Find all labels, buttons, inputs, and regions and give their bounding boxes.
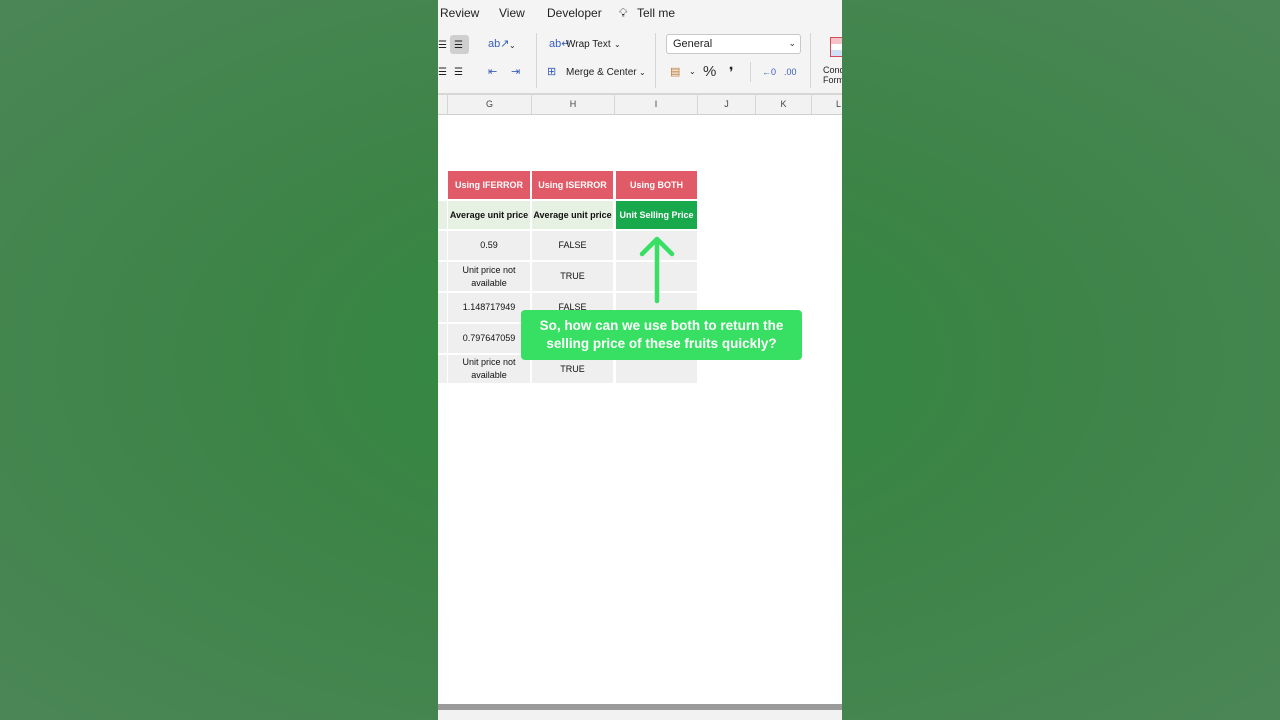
wrap-text-button[interactable]: Wrap Text bbox=[566, 39, 611, 51]
merge-center-icon: ⊞ bbox=[547, 66, 557, 78]
header-using-both[interactable]: Using BOTH bbox=[616, 171, 697, 199]
orientation-chevron-icon[interactable]: ⌄ bbox=[509, 40, 516, 52]
number-format-select[interactable]: General ⌄ bbox=[666, 34, 801, 54]
table-cell[interactable]: Unit price not available bbox=[448, 262, 530, 291]
align-left-icon[interactable]: ☰ bbox=[438, 40, 447, 52]
column-f-edge-cell[interactable] bbox=[438, 293, 447, 322]
number-format-value: General bbox=[673, 38, 713, 50]
increase-indent-icon[interactable]: ⇥ bbox=[511, 66, 520, 78]
subheader-unit-selling-price[interactable]: Unit Selling Price bbox=[616, 201, 697, 229]
orientation-icon[interactable]: ab↗ bbox=[488, 38, 509, 50]
column-f-edge-cell[interactable] bbox=[438, 262, 447, 291]
ribbon-separator bbox=[655, 33, 656, 88]
column-header-k[interactable]: K bbox=[756, 95, 812, 114]
menu-view[interactable]: View bbox=[499, 6, 525, 20]
decrease-decimal-icon[interactable]: .00 bbox=[784, 66, 797, 78]
annotation-callout: So, how can we use both to return the se… bbox=[521, 310, 802, 360]
table-cell[interactable]: Unit price not available bbox=[448, 355, 530, 383]
merge-center-button[interactable]: Merge & Center bbox=[566, 67, 637, 79]
number-format-chevron-icon: ⌄ bbox=[788, 38, 796, 48]
arrow-up-icon bbox=[639, 236, 675, 304]
ribbon-separator bbox=[810, 33, 811, 88]
conditional-formatting-label-2[interactable]: Form bbox=[823, 74, 842, 86]
merge-center-chevron-icon[interactable]: ⌄ bbox=[639, 67, 646, 79]
column-f-edge-cell[interactable] bbox=[438, 201, 447, 229]
wrap-text-chevron-icon[interactable]: ⌄ bbox=[614, 39, 621, 51]
column-f-edge-cell[interactable] bbox=[438, 231, 447, 260]
increase-decimal-icon[interactable]: ←0 bbox=[762, 66, 776, 78]
ribbon: Review View Developer 💡︎ Tell me ☰ ☰ ab↗… bbox=[438, 0, 842, 93]
ribbon-separator bbox=[536, 33, 537, 88]
conditional-formatting-icon[interactable] bbox=[830, 37, 842, 57]
column-headers: G H I J K L bbox=[438, 95, 842, 115]
header-using-iferror[interactable]: Using IFERROR bbox=[448, 171, 530, 199]
comma-style-button[interactable]: ❜ bbox=[729, 64, 734, 80]
align-center-icon[interactable]: ☰ bbox=[438, 67, 447, 79]
column-header-h[interactable]: H bbox=[532, 95, 615, 114]
sheet-tab-strip bbox=[438, 710, 842, 720]
menu-tell-me[interactable]: Tell me bbox=[637, 6, 675, 20]
subheader-average-unit-price-h[interactable]: Average unit price bbox=[532, 201, 613, 229]
table-cell[interactable]: 0.797647059 bbox=[448, 324, 530, 353]
align-middle-icon: ☰ bbox=[454, 40, 463, 51]
menu-developer[interactable]: Developer bbox=[547, 6, 602, 20]
accounting-format-icon[interactable]: ▤ bbox=[670, 66, 680, 78]
column-header-f[interactable] bbox=[438, 95, 448, 114]
header-using-iserror[interactable]: Using ISERROR bbox=[532, 171, 613, 199]
ribbon-separator bbox=[750, 62, 751, 82]
column-f-edge-cell[interactable] bbox=[438, 355, 447, 383]
subheader-average-unit-price-g[interactable]: Average unit price bbox=[448, 201, 530, 229]
accounting-chevron-icon[interactable]: ⌄ bbox=[689, 66, 696, 78]
table-cell[interactable]: 1.148717949 bbox=[448, 293, 530, 322]
column-header-g[interactable]: G bbox=[448, 95, 532, 114]
percent-style-button[interactable]: % bbox=[703, 64, 716, 80]
table-cell[interactable]: 0.59 bbox=[448, 231, 530, 260]
table-cell[interactable]: TRUE bbox=[532, 262, 613, 291]
menu-review[interactable]: Review bbox=[440, 6, 479, 20]
column-header-l[interactable]: L bbox=[812, 95, 842, 114]
column-header-j[interactable]: J bbox=[698, 95, 756, 114]
column-f-edge-cell[interactable] bbox=[438, 324, 447, 353]
column-header-i[interactable]: I bbox=[615, 95, 698, 114]
align-right-icon[interactable]: ☰ bbox=[454, 67, 463, 79]
table-cell[interactable]: FALSE bbox=[532, 231, 613, 260]
excel-phone-frame: Review View Developer 💡︎ Tell me ☰ ☰ ab↗… bbox=[438, 0, 842, 720]
decrease-indent-icon[interactable]: ⇤ bbox=[488, 66, 497, 78]
lightbulb-icon: 💡︎ bbox=[619, 6, 628, 20]
